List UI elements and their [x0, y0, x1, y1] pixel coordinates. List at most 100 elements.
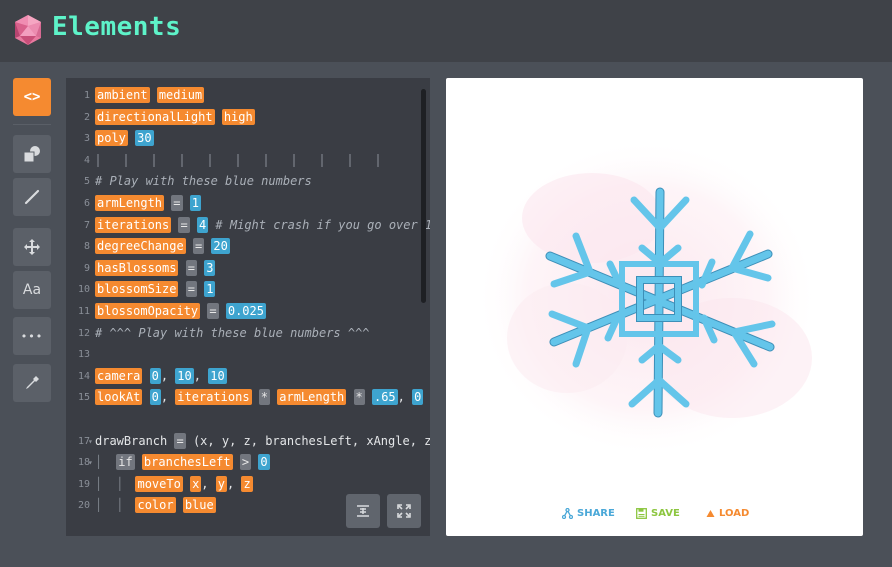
- code-line[interactable]: 6 armLength = 1: [66, 193, 430, 215]
- operator-token[interactable]: =: [185, 281, 197, 298]
- line-number: 4: [83, 154, 90, 166]
- code-line[interactable]: 7 iterations = 4 # Might crash if you go…: [66, 215, 430, 237]
- keyword-token[interactable]: moveTo: [135, 475, 183, 492]
- keyword-token[interactable]: directionalLight: [95, 108, 215, 125]
- line-number: 20: [77, 500, 90, 512]
- share-button[interactable]: SHARE: [562, 508, 615, 519]
- icosahedron-logo-icon[interactable]: [12, 14, 44, 46]
- fullscreen-button[interactable]: [387, 494, 421, 528]
- fold-arrow-icon[interactable]: ▾: [88, 431, 93, 453]
- code-line[interactable]: 11 blossomOpacity = 0.025: [66, 301, 430, 323]
- indent-guide: │: [95, 455, 103, 470]
- code-line[interactable]: 14 camera 0, 10, 10: [66, 366, 430, 388]
- save-button[interactable]: SAVE: [636, 508, 680, 519]
- code-line[interactable]: [66, 409, 430, 431]
- keyword-token[interactable]: high: [221, 108, 255, 125]
- code-line[interactable]: 12 # ^^^ Play with these blue numbers ^^…: [66, 323, 430, 345]
- operator-token[interactable]: =: [174, 432, 186, 449]
- operator-token[interactable]: >: [239, 454, 252, 471]
- code-line[interactable]: 5 # Play with these blue numbers: [66, 171, 430, 193]
- number-token[interactable]: 20: [211, 238, 230, 255]
- variable-token[interactable]: x: [190, 475, 202, 492]
- code-line[interactable]: 1 ambient medium: [66, 85, 430, 107]
- variable-token[interactable]: armLength: [277, 389, 347, 406]
- code-line[interactable]: 10 blossomSize = 1: [66, 279, 430, 301]
- punctuation: ,: [227, 476, 235, 491]
- variable-token[interactable]: armLength: [95, 194, 165, 211]
- number-token[interactable]: 0: [412, 389, 424, 406]
- operator-token[interactable]: =: [207, 302, 219, 319]
- keyword-token[interactable]: color: [135, 497, 176, 514]
- number-token[interactable]: .65: [371, 389, 398, 406]
- operator-token[interactable]: *: [258, 389, 271, 406]
- number-token[interactable]: 0: [258, 454, 270, 471]
- variable-token[interactable]: iterations: [175, 389, 252, 406]
- punctuation: ,: [160, 390, 169, 405]
- keyword-token[interactable]: poly: [95, 130, 128, 147]
- number-token[interactable]: 1: [204, 281, 216, 298]
- number-token[interactable]: 10: [208, 367, 227, 384]
- line-number: 6: [83, 197, 90, 209]
- code-line[interactable]: 17 ▾ drawBranch = (x, y, z, branchesLeft…: [66, 431, 430, 453]
- number-token[interactable]: 4: [196, 216, 209, 233]
- text-tool-button[interactable]: Aa: [13, 271, 51, 309]
- line-icon: [24, 189, 40, 205]
- number-token[interactable]: 30: [135, 130, 154, 147]
- keyword-token[interactable]: camera: [95, 367, 143, 384]
- variable-token[interactable]: hasBlossoms: [95, 259, 179, 276]
- variable-token[interactable]: blossomOpacity: [95, 302, 201, 319]
- line-number: 19: [77, 478, 90, 490]
- variable-token[interactable]: degreeChange: [95, 238, 186, 255]
- keyword-token[interactable]: if: [116, 454, 135, 471]
- code-editor[interactable]: 1 ambient medium 2 directionalLight high…: [66, 78, 430, 536]
- load-triangle-icon: [706, 510, 715, 517]
- shapes-tool-button[interactable]: [13, 135, 51, 173]
- code-line[interactable]: 2 directionalLight high: [66, 107, 430, 129]
- punctuation: ,: [201, 476, 209, 491]
- keyword-token[interactable]: ambient: [95, 87, 150, 103]
- line-number: 14: [77, 370, 90, 382]
- code-line[interactable]: 4: [66, 150, 430, 172]
- line-number: 13: [77, 349, 90, 361]
- number-token[interactable]: 0: [149, 389, 161, 406]
- operator-token[interactable]: =: [192, 238, 205, 255]
- variable-token[interactable]: y: [215, 475, 227, 492]
- editor-scrollbar[interactable]: [421, 89, 426, 303]
- keyword-token[interactable]: medium: [156, 87, 205, 103]
- color-picker-button[interactable]: [13, 364, 51, 402]
- variable-token[interactable]: branchesLeft: [141, 454, 233, 471]
- variable-token[interactable]: iterations: [95, 216, 172, 233]
- move-tool-button[interactable]: [13, 228, 51, 266]
- code-line[interactable]: 15 lookAt 0, iterations * armLength * .6…: [66, 387, 430, 409]
- keyword-token[interactable]: blue: [182, 497, 216, 514]
- number-token[interactable]: 3: [204, 259, 216, 276]
- code-line[interactable]: 19 │ │ moveTo x, y, z: [66, 474, 430, 496]
- keyword-token[interactable]: lookAt: [95, 389, 143, 406]
- load-button[interactable]: LOAD: [706, 508, 749, 519]
- operator-token[interactable]: *: [353, 389, 365, 406]
- number-token[interactable]: 10: [175, 367, 194, 384]
- operator-token[interactable]: =: [178, 216, 190, 233]
- operator-token[interactable]: =: [171, 194, 183, 211]
- code-line[interactable]: 18 ▾ │ if branchesLeft > 0: [66, 452, 430, 474]
- share-label: SHARE: [577, 508, 615, 519]
- variable-token[interactable]: z: [241, 475, 253, 492]
- variable-token[interactable]: blossomSize: [95, 281, 179, 298]
- code-lines: 1 ambient medium 2 directionalLight high…: [66, 85, 430, 517]
- line-tool-button[interactable]: [13, 178, 51, 216]
- more-tools-button[interactable]: •••: [13, 317, 51, 355]
- code-line[interactable]: 9 hasBlossoms = 3: [66, 258, 430, 280]
- number-token[interactable]: 1: [189, 194, 201, 211]
- code-line[interactable]: 8 degreeChange = 20: [66, 236, 430, 258]
- code-line[interactable]: 13: [66, 344, 430, 366]
- operator-token[interactable]: =: [185, 259, 197, 276]
- number-token[interactable]: 0: [149, 367, 161, 384]
- snowflake-render[interactable]: [472, 128, 842, 488]
- indent-guide: │: [95, 498, 103, 513]
- render-preview[interactable]: SHARE SAVE LOAD: [446, 78, 863, 536]
- code-line[interactable]: 3 poly 30: [66, 128, 430, 150]
- code-view-button[interactable]: <>: [13, 78, 51, 116]
- number-token[interactable]: 0.025: [225, 302, 266, 319]
- fold-arrow-icon[interactable]: ▾: [88, 452, 93, 474]
- format-code-button[interactable]: [346, 494, 380, 528]
